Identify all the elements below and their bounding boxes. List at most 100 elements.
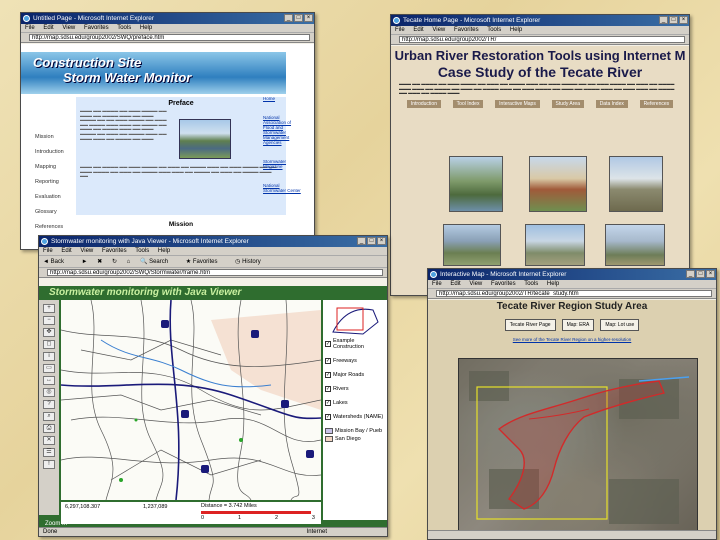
identify-tool-icon[interactable]: i	[43, 352, 55, 361]
link-introduction[interactable]: Introduction	[406, 99, 441, 108]
legend-item[interactable]: ✓ Rivers	[325, 386, 385, 392]
menu-favorites[interactable]: Favorites	[84, 25, 109, 31]
checkbox[interactable]: ✓	[325, 341, 331, 347]
address-field[interactable]: http://map.sdsu.edu/group2002/TR/tecate_…	[436, 290, 712, 297]
menu-tools[interactable]: Tools	[135, 248, 149, 254]
full-extent-icon[interactable]: ◻	[43, 340, 55, 349]
help-tool-icon[interactable]: !	[43, 460, 55, 469]
menu-help[interactable]: Help	[547, 281, 559, 287]
map-era-button[interactable]: Map: ERA	[561, 319, 595, 331]
minimize-button[interactable]: _	[357, 237, 366, 245]
legend-item[interactable]: ✓ Example Construction	[325, 338, 385, 350]
menu-edit[interactable]: Edit	[450, 281, 460, 287]
nav-glossary[interactable]: Glossary	[35, 209, 70, 215]
maximize-button[interactable]: □	[696, 270, 705, 278]
tecate-river-page-button[interactable]: Tecate River Page	[504, 319, 556, 331]
java-viewer-window[interactable]: Stormwater monitoring with Java Viewer -…	[38, 235, 388, 537]
refresh-icon[interactable]: ↻	[112, 259, 117, 265]
address-field[interactable]: http://map.sdsu.edu/group2002/SWQ/Stormw…	[47, 269, 383, 276]
maximize-button[interactable]: □	[294, 14, 303, 22]
favorites-button[interactable]: ★ Favorites	[186, 259, 226, 265]
history-button[interactable]: ◷ History	[235, 259, 269, 265]
search-button[interactable]: 🔍 Search	[140, 259, 176, 265]
print-tool-icon[interactable]: ⎙	[43, 424, 55, 433]
menu-edit[interactable]: Edit	[413, 27, 423, 33]
window-titlebar[interactable]: Untitled Page - Microsoft Internet Explo…	[21, 13, 314, 24]
zoom-in-tool-icon[interactable]: +	[43, 304, 55, 313]
menu-edit[interactable]: Edit	[61, 248, 71, 254]
menu-file[interactable]: File	[432, 281, 442, 287]
link-stormwater-magazine[interactable]: Stormwater Magazine	[263, 159, 303, 169]
close-button[interactable]: ×	[706, 270, 715, 278]
close-button[interactable]: ×	[304, 14, 313, 22]
legend-item[interactable]: ✓ Freeways	[325, 358, 385, 364]
measure-tool-icon[interactable]: ↔	[43, 376, 55, 385]
menu-file[interactable]: File	[395, 27, 405, 33]
link-interactive-maps[interactable]: Interactive Maps	[495, 99, 540, 108]
urban-river-window[interactable]: Tecate Home Page - Microsoft Internet Ex…	[390, 14, 690, 296]
menu-help[interactable]: Help	[140, 25, 152, 31]
menu-favorites[interactable]: Favorites	[102, 248, 127, 254]
nav-reporting[interactable]: Reporting	[35, 179, 70, 185]
menu-favorites[interactable]: Favorites	[454, 27, 479, 33]
menu-help[interactable]: Help	[510, 27, 522, 33]
zoom-out-tool-icon[interactable]: −	[43, 316, 55, 325]
menu-tools[interactable]: Tools	[117, 25, 131, 31]
window-titlebar[interactable]: Interactive Map - Microsoft Internet Exp…	[428, 269, 716, 280]
link-stormwater-center[interactable]: National Stormwater Center	[263, 183, 303, 193]
nav-evaluation[interactable]: Evaluation	[35, 194, 70, 200]
link-study-area[interactable]: Study Area	[551, 99, 584, 108]
maximize-button[interactable]: □	[669, 16, 678, 24]
maximize-button[interactable]: □	[367, 237, 376, 245]
address-field[interactable]: http://map.sdsu.edu/group2002/SWQ/prefac…	[29, 34, 310, 41]
storm-water-window[interactable]: Untitled Page - Microsoft Internet Explo…	[20, 12, 315, 250]
nav-mission[interactable]: Mission	[35, 134, 70, 140]
link-data-index[interactable]: Data Index	[595, 99, 628, 108]
query-tool-icon[interactable]: ?	[43, 400, 55, 409]
legend-item[interactable]: ✓ Watersheds (NAME)	[325, 414, 385, 420]
checkbox[interactable]: ✓	[325, 414, 331, 420]
nav-introduction[interactable]: Introduction	[35, 149, 70, 155]
forward-button[interactable]: ►	[82, 259, 90, 265]
nav-references[interactable]: References	[35, 224, 70, 230]
menu-file[interactable]: File	[25, 25, 35, 31]
menu-help[interactable]: Help	[158, 248, 170, 254]
pan-tool-icon[interactable]: ✥	[43, 328, 55, 337]
menu-view[interactable]: View	[62, 25, 75, 31]
minimize-button[interactable]: _	[686, 270, 695, 278]
minimize-button[interactable]: _	[284, 14, 293, 22]
address-field[interactable]: http://map.sdsu.edu/group2002/TR/	[399, 36, 685, 43]
window-titlebar[interactable]: Tecate Home Page - Microsoft Internet Ex…	[391, 15, 689, 26]
checkbox[interactable]: ✓	[325, 358, 331, 364]
layer-tool-icon[interactable]: ☰	[43, 448, 55, 457]
home-icon[interactable]: ⌂	[127, 259, 131, 265]
legend-item[interactable]: ✓ Major Roads	[325, 372, 385, 378]
tecate-study-window[interactable]: Interactive Map - Microsoft Internet Exp…	[427, 268, 717, 540]
menu-file[interactable]: File	[43, 248, 53, 254]
buffer-tool-icon[interactable]: ◎	[43, 388, 55, 397]
checkbox[interactable]: ✓	[325, 400, 331, 406]
select-tool-icon[interactable]: ▭	[43, 364, 55, 373]
legend-item[interactable]: ✓ Lakes	[325, 400, 385, 406]
close-button[interactable]: ×	[377, 237, 386, 245]
minimize-button[interactable]: _	[659, 16, 668, 24]
checkbox[interactable]: ✓	[325, 386, 331, 392]
link-home[interactable]: Home	[263, 96, 303, 101]
nav-mapping[interactable]: Mapping	[35, 164, 70, 170]
window-titlebar[interactable]: Stormwater monitoring with Java Viewer -…	[39, 236, 387, 247]
map-lot-use-button[interactable]: Map: Lot use	[600, 319, 640, 331]
hi-res-link[interactable]: See more of the Tecate River Region on a…	[428, 337, 716, 342]
menu-view[interactable]: View	[469, 281, 482, 287]
clear-tool-icon[interactable]: ✕	[43, 436, 55, 445]
menu-favorites[interactable]: Favorites	[491, 281, 516, 287]
find-tool-icon[interactable]: ⌕	[43, 412, 55, 421]
close-button[interactable]: ×	[679, 16, 688, 24]
link-references[interactable]: References	[639, 99, 674, 108]
back-button[interactable]: ◄ Back	[43, 259, 72, 265]
link-nafsma[interactable]: National Association of Flood and Stormw…	[263, 115, 303, 145]
menu-edit[interactable]: Edit	[43, 25, 53, 31]
stop-icon[interactable]: ✖	[97, 259, 102, 265]
menu-tools[interactable]: Tools	[487, 27, 501, 33]
checkbox[interactable]: ✓	[325, 372, 331, 378]
menu-tools[interactable]: Tools	[524, 281, 538, 287]
